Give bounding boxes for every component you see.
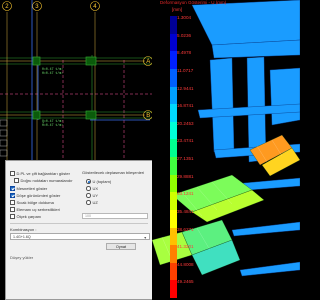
option-end-releases[interactable]: Elemanı uç serbestlikleri <box>10 207 60 212</box>
radio-label: UY <box>92 193 99 198</box>
legend-swatch <box>170 245 177 263</box>
radio-uy[interactable]: UY <box>86 193 98 198</box>
combination-select[interactable]: 1.4G+1.6Q ▼ <box>10 233 150 240</box>
load-note: H=0.47 t/m² <box>42 123 64 127</box>
legend-value: 11.0717 <box>177 67 194 73</box>
legend-swatch <box>170 192 177 210</box>
legend-value: 23.4741 <box>177 138 194 144</box>
legend-swatch <box>170 68 177 87</box>
load-note: H=0.47 t/m² <box>42 71 64 75</box>
radio-button[interactable] <box>86 200 91 205</box>
checkbox[interactable] <box>10 171 15 176</box>
axis-label-top: 4 <box>93 4 97 10</box>
legend-value: 12.9441 <box>177 85 194 91</box>
radio-uz[interactable]: UZ <box>86 200 98 205</box>
displacement-group-title: Gösterilecek deplasman bileşenleri <box>82 170 145 175</box>
option-show-supports[interactable]: Mesnetleri göster <box>10 186 47 191</box>
legend-swatch <box>170 139 177 157</box>
radio-ux[interactable]: UX <box>86 186 98 191</box>
radio-button[interactable] <box>86 179 91 184</box>
option-label: Elemanı uç serbestlikleri <box>16 207 60 212</box>
option-label: Döşe görünümleri göster <box>16 193 61 198</box>
axis-label-right: B <box>146 113 150 119</box>
option-dpl-links[interactable]: D.PL ve çift bağlantıları göster <box>10 171 70 176</box>
legend-swatch <box>170 280 177 298</box>
option-label: Mesnetleri göster <box>16 186 48 191</box>
legend-swatch <box>170 262 177 281</box>
legend-swatch <box>170 33 177 52</box>
legend-value: 16.8741 <box>177 103 194 109</box>
legend-swatch <box>170 104 177 122</box>
combination-value: 1.4G+1.6Q <box>13 235 31 239</box>
option-label: D.PL ve çift bağlantıları göster <box>16 171 70 176</box>
legend-swatch <box>170 16 177 34</box>
checkbox[interactable] <box>10 214 15 219</box>
legend-value: 8.4978 <box>177 50 192 56</box>
legend-value: 49.2465 <box>177 279 194 285</box>
legend-swatch <box>170 157 177 175</box>
radio-u-total[interactable]: U (toplam) <box>86 179 111 184</box>
deformation-settings-dialog: D.PL ve çift bağlantıları göster Doğru n… <box>5 160 153 300</box>
legend-value: 20.2453 <box>177 120 194 126</box>
legend-value: 44.8008 <box>177 261 194 267</box>
legend-value: 1.3004 <box>177 15 192 20</box>
option-number-points[interactable]: Doğru noktaları numaralandır <box>14 178 73 183</box>
legend-value: 5.0236 <box>177 32 192 38</box>
divider <box>10 223 148 224</box>
option-label: Ölçek çarpanı <box>16 214 42 219</box>
legend-value: 41.3201 <box>177 244 194 250</box>
option-label: Sıcak bölge dolduma <box>16 200 54 205</box>
legend-swatch <box>170 227 177 246</box>
radio-label: UX <box>92 186 99 191</box>
load-case-label: Düşey yükler <box>10 255 34 260</box>
legend-swatch <box>170 86 177 105</box>
radio-button[interactable] <box>86 186 91 191</box>
combination-label: Kombinasyon : <box>10 227 37 232</box>
axis-label-top: 3 <box>35 4 39 10</box>
legend-swatch <box>170 174 177 193</box>
checkbox[interactable] <box>10 200 15 205</box>
option-scale-factor[interactable]: Ölçek çarpanı <box>10 214 41 219</box>
checkbox[interactable] <box>10 207 15 212</box>
axis-label-top: 2 <box>5 4 9 10</box>
option-show-slabs[interactable]: Döşe görünümleri göster <box>10 193 60 198</box>
legend-swatch <box>170 121 177 140</box>
legend-value: 29.8881 <box>177 173 194 179</box>
radio-button[interactable] <box>86 193 91 198</box>
checkbox[interactable] <box>14 178 19 183</box>
chevron-down-icon: ▼ <box>143 236 147 240</box>
axis-label-right: A <box>146 59 150 65</box>
legend-value: 27.1351 <box>177 156 194 161</box>
legend-swatch <box>170 209 177 228</box>
legend-value: 33.1241 <box>177 191 194 197</box>
view-title: Deformasyon Gösterimi - U (mm) <box>160 0 227 5</box>
legend-unit: [mm] <box>172 7 182 12</box>
legend-swatch <box>170 51 177 69</box>
play-button[interactable]: Oynat <box>106 243 136 250</box>
legend-value: 38.6271 <box>177 226 194 232</box>
radio-label: U (toplam) <box>92 179 112 184</box>
checkbox[interactable] <box>10 186 15 191</box>
legend-value: 35.4841 <box>177 208 194 214</box>
option-hot-zone[interactable]: Sıcak bölge dolduma <box>10 200 54 205</box>
checkbox[interactable] <box>10 193 15 198</box>
scale-factor-input[interactable]: 100 <box>82 213 148 219</box>
option-label: Doğru noktaları numaralandır <box>20 178 73 183</box>
radio-label: UZ <box>92 200 98 205</box>
